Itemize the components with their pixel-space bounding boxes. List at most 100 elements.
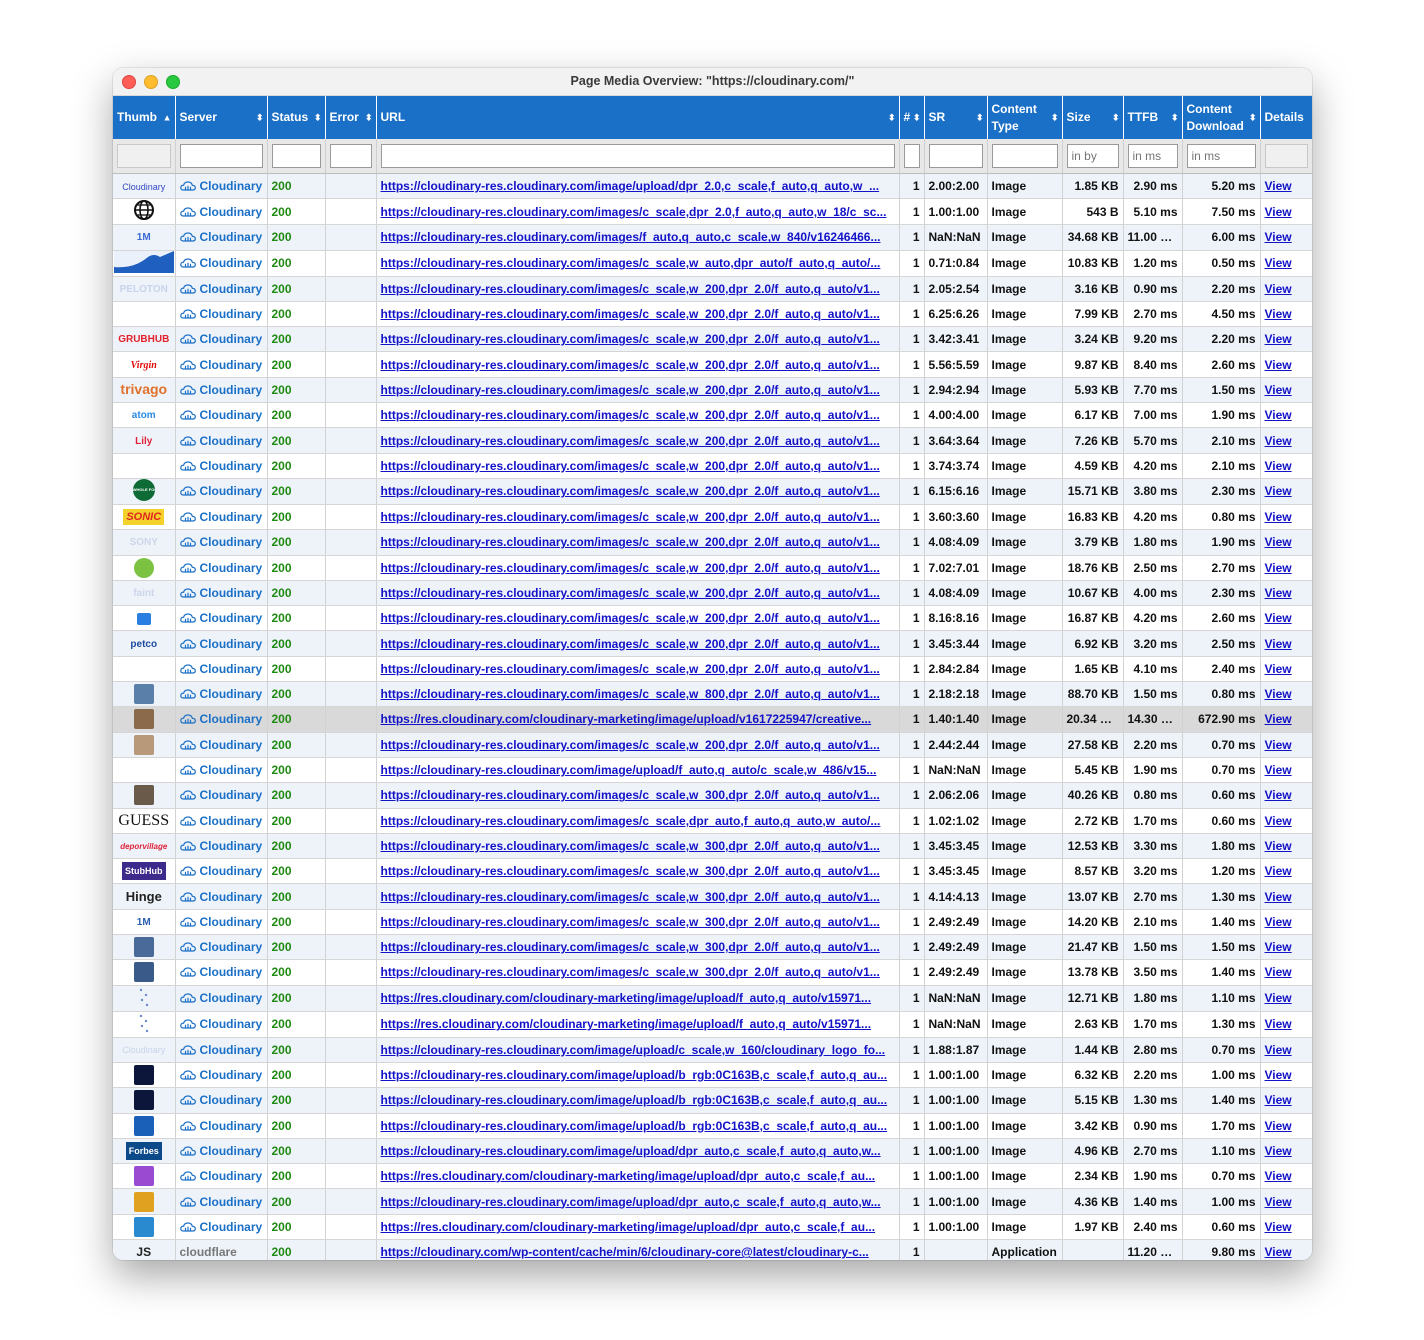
url-link[interactable]: https://cloudinary-res.cloudinary.com/im… [381, 383, 880, 397]
url-link[interactable]: https://cloudinary-res.cloudinary.com/im… [381, 890, 880, 904]
sort-icon[interactable]: ⬍ [1249, 113, 1257, 122]
sort-icon[interactable]: ⬍ [256, 113, 264, 122]
filter-count-input[interactable] [903, 144, 920, 168]
url-link[interactable]: https://cloudinary-res.cloudinary.com/im… [381, 1093, 888, 1107]
view-details-link[interactable]: View [1265, 611, 1292, 625]
url-link[interactable]: https://cloudinary-res.cloudinary.com/im… [381, 788, 880, 802]
view-details-link[interactable]: View [1265, 814, 1292, 828]
table-row[interactable]: Cloudinary 200 https://cloudinary-res.clou… [113, 782, 1312, 809]
view-details-link[interactable]: View [1265, 712, 1292, 726]
column-header-error[interactable]: Error ⬍ [325, 96, 377, 139]
table-row[interactable]: faint Cloudinary 200 https://cloudinary-res… [113, 580, 1312, 607]
table-row[interactable]: 1M Cloudinary 200 https://cloudinary-res.cl… [113, 224, 1312, 251]
filter-error-input[interactable] [329, 144, 372, 168]
sort-icon[interactable]: ⬍ [365, 113, 373, 122]
view-details-link[interactable]: View [1265, 788, 1292, 802]
url-link[interactable]: https://cloudinary-res.cloudinary.com/im… [381, 358, 880, 372]
url-link[interactable]: https://cloudinary-res.cloudinary.com/im… [381, 230, 881, 244]
column-header-download[interactable]: Content Download ⬍ [1182, 96, 1261, 139]
view-details-link[interactable]: View [1265, 687, 1292, 701]
column-header-sr[interactable]: SR ⬍ [924, 96, 988, 139]
table-row[interactable]: Virgin Cloudinary 200 https://cloudinary-re… [113, 351, 1312, 378]
filter-download-input[interactable] [1186, 144, 1256, 168]
column-header-size[interactable]: Size ⬍ [1062, 96, 1124, 139]
url-link[interactable]: https://cloudinary-res.cloudinary.com/im… [381, 1043, 886, 1057]
table-row[interactable]: 1M Cloudinary 200 https://cloudinary-res.cl… [113, 909, 1312, 936]
view-details-link[interactable]: View [1265, 459, 1292, 473]
table-row[interactable]: GRUBHUB Cloudinary 200 https://cloudinary-r… [113, 326, 1312, 353]
view-details-link[interactable]: View [1265, 662, 1292, 676]
column-header-url[interactable]: URL ⬍ [376, 96, 900, 139]
url-link[interactable]: https://res.cloudinary.com/cloudinary-ma… [381, 1220, 876, 1234]
view-details-link[interactable]: View [1265, 408, 1292, 422]
url-link[interactable]: https://cloudinary-res.cloudinary.com/im… [381, 256, 881, 270]
url-link[interactable]: https://cloudinary-res.cloudinary.com/im… [381, 459, 880, 473]
url-link[interactable]: https://cloudinary-res.cloudinary.com/im… [381, 839, 880, 853]
view-details-link[interactable]: View [1265, 561, 1292, 575]
table-row[interactable]: Cloudinary 200 https://cloudinary-res.clou… [113, 250, 1312, 277]
table-row[interactable]: Cloudinary 200 https://cloudinary-res.clou… [113, 1087, 1312, 1114]
view-details-link[interactable]: View [1265, 1144, 1292, 1158]
view-details-link[interactable]: View [1265, 383, 1292, 397]
column-header-count[interactable]: # ⬍ [899, 96, 925, 139]
view-details-link[interactable]: View [1265, 1043, 1292, 1057]
column-header-ttfb[interactable]: TTFB ⬍ [1123, 96, 1183, 139]
table-row[interactable]: Forbes Cloudinary 200 https://cloudinary-re… [113, 1138, 1312, 1165]
table-row[interactable]: Cloudinary Cloudinary 200 https://cloudinar… [113, 173, 1312, 200]
column-header-details[interactable]: Details [1260, 96, 1312, 139]
view-details-link[interactable]: View [1265, 586, 1292, 600]
table-row[interactable]: petco Cloudinary 200 https://cloudinary-res… [113, 630, 1312, 657]
filter-size-input[interactable] [1066, 144, 1119, 168]
url-link[interactable]: https://cloudinary-res.cloudinary.com/im… [381, 940, 880, 954]
view-details-link[interactable]: View [1265, 738, 1292, 752]
view-details-link[interactable]: View [1265, 1068, 1292, 1082]
url-link[interactable]: https://cloudinary-res.cloudinary.com/im… [381, 586, 880, 600]
sort-icon[interactable]: ⬍ [1051, 113, 1059, 122]
url-link[interactable]: https://cloudinary-res.cloudinary.com/im… [381, 1144, 881, 1158]
table-row[interactable]: PELOTON Cloudinary 200 https://cloudinary-r… [113, 276, 1312, 302]
url-link[interactable]: https://cloudinary-res.cloudinary.com/im… [381, 332, 880, 346]
url-link[interactable]: https://cloudinary-res.cloudinary.com/im… [381, 535, 880, 549]
url-link[interactable]: https://cloudinary-res.cloudinary.com/im… [381, 763, 877, 777]
view-details-link[interactable]: View [1265, 763, 1292, 777]
view-details-link[interactable]: View [1265, 1169, 1292, 1183]
table-row[interactable]: deporvillage Cloudinary 200 https://cloudin… [113, 833, 1312, 860]
sort-icon[interactable]: ⬍ [888, 113, 896, 122]
url-link[interactable]: https://cloudinary-res.cloudinary.com/im… [381, 965, 880, 979]
url-link[interactable]: https://cloudinary-res.cloudinary.com/im… [381, 864, 880, 878]
filter-url-input[interactable] [380, 144, 895, 168]
view-details-link[interactable]: View [1265, 965, 1292, 979]
column-header-status[interactable]: Status ⬍ [267, 96, 326, 139]
filter-server-input[interactable] [179, 144, 263, 168]
url-link[interactable]: https://cloudinary-res.cloudinary.com/im… [381, 611, 880, 625]
view-details-link[interactable]: View [1265, 434, 1292, 448]
view-details-link[interactable]: View [1265, 205, 1292, 219]
table-row[interactable]: Cloudinary 200 https://res.cloudinary.com/… [113, 985, 1312, 1012]
table-row[interactable]: Cloudinary 200 https://cloudinary-res.clou… [113, 198, 1312, 226]
url-link[interactable]: https://cloudinary-res.cloudinary.com/im… [381, 408, 880, 422]
view-details-link[interactable]: View [1265, 510, 1292, 524]
url-link[interactable]: https://res.cloudinary.com/cloudinary-ma… [381, 991, 872, 1005]
table-row[interactable]: Cloudinary 200 https://cloudinary-res.clou… [113, 959, 1312, 986]
view-details-link[interactable]: View [1265, 940, 1292, 954]
url-link[interactable]: https://cloudinary-res.cloudinary.com/im… [381, 205, 887, 219]
view-details-link[interactable]: View [1265, 358, 1292, 372]
view-details-link[interactable]: View [1265, 332, 1292, 346]
table-row[interactable]: Cloudinary 200 https://cloudinary-res.clou… [113, 656, 1312, 683]
table-row[interactable]: Cloudinary 200 https://cloudinary-res.clou… [113, 605, 1312, 632]
view-details-link[interactable]: View [1265, 1195, 1292, 1209]
view-details-link[interactable]: View [1265, 890, 1292, 904]
url-link[interactable]: https://cloudinary-res.cloudinary.com/im… [381, 1195, 881, 1209]
url-link[interactable]: https://cloudinary-res.cloudinary.com/im… [381, 814, 881, 828]
table-row[interactable]: Hinge Cloudinary 200 https://cloudinary-res… [113, 883, 1312, 910]
sort-icon[interactable]: ⬍ [1171, 113, 1179, 122]
url-link[interactable]: https://cloudinary-res.cloudinary.com/im… [381, 687, 880, 701]
url-link[interactable]: https://res.cloudinary.com/cloudinary-ma… [381, 712, 872, 726]
url-link[interactable]: https://cloudinary-res.cloudinary.com/im… [381, 307, 880, 321]
view-details-link[interactable]: View [1265, 256, 1292, 270]
table-row[interactable]: Cloudinary 200 https://cloudinary-res.clou… [113, 453, 1312, 479]
view-details-link[interactable]: View [1265, 230, 1292, 244]
url-link[interactable]: https://cloudinary-res.cloudinary.com/im… [381, 561, 880, 575]
view-details-link[interactable]: View [1265, 484, 1292, 498]
table-row[interactable]: Cloudinary 200 https://cloudinary-res.clou… [113, 757, 1312, 784]
